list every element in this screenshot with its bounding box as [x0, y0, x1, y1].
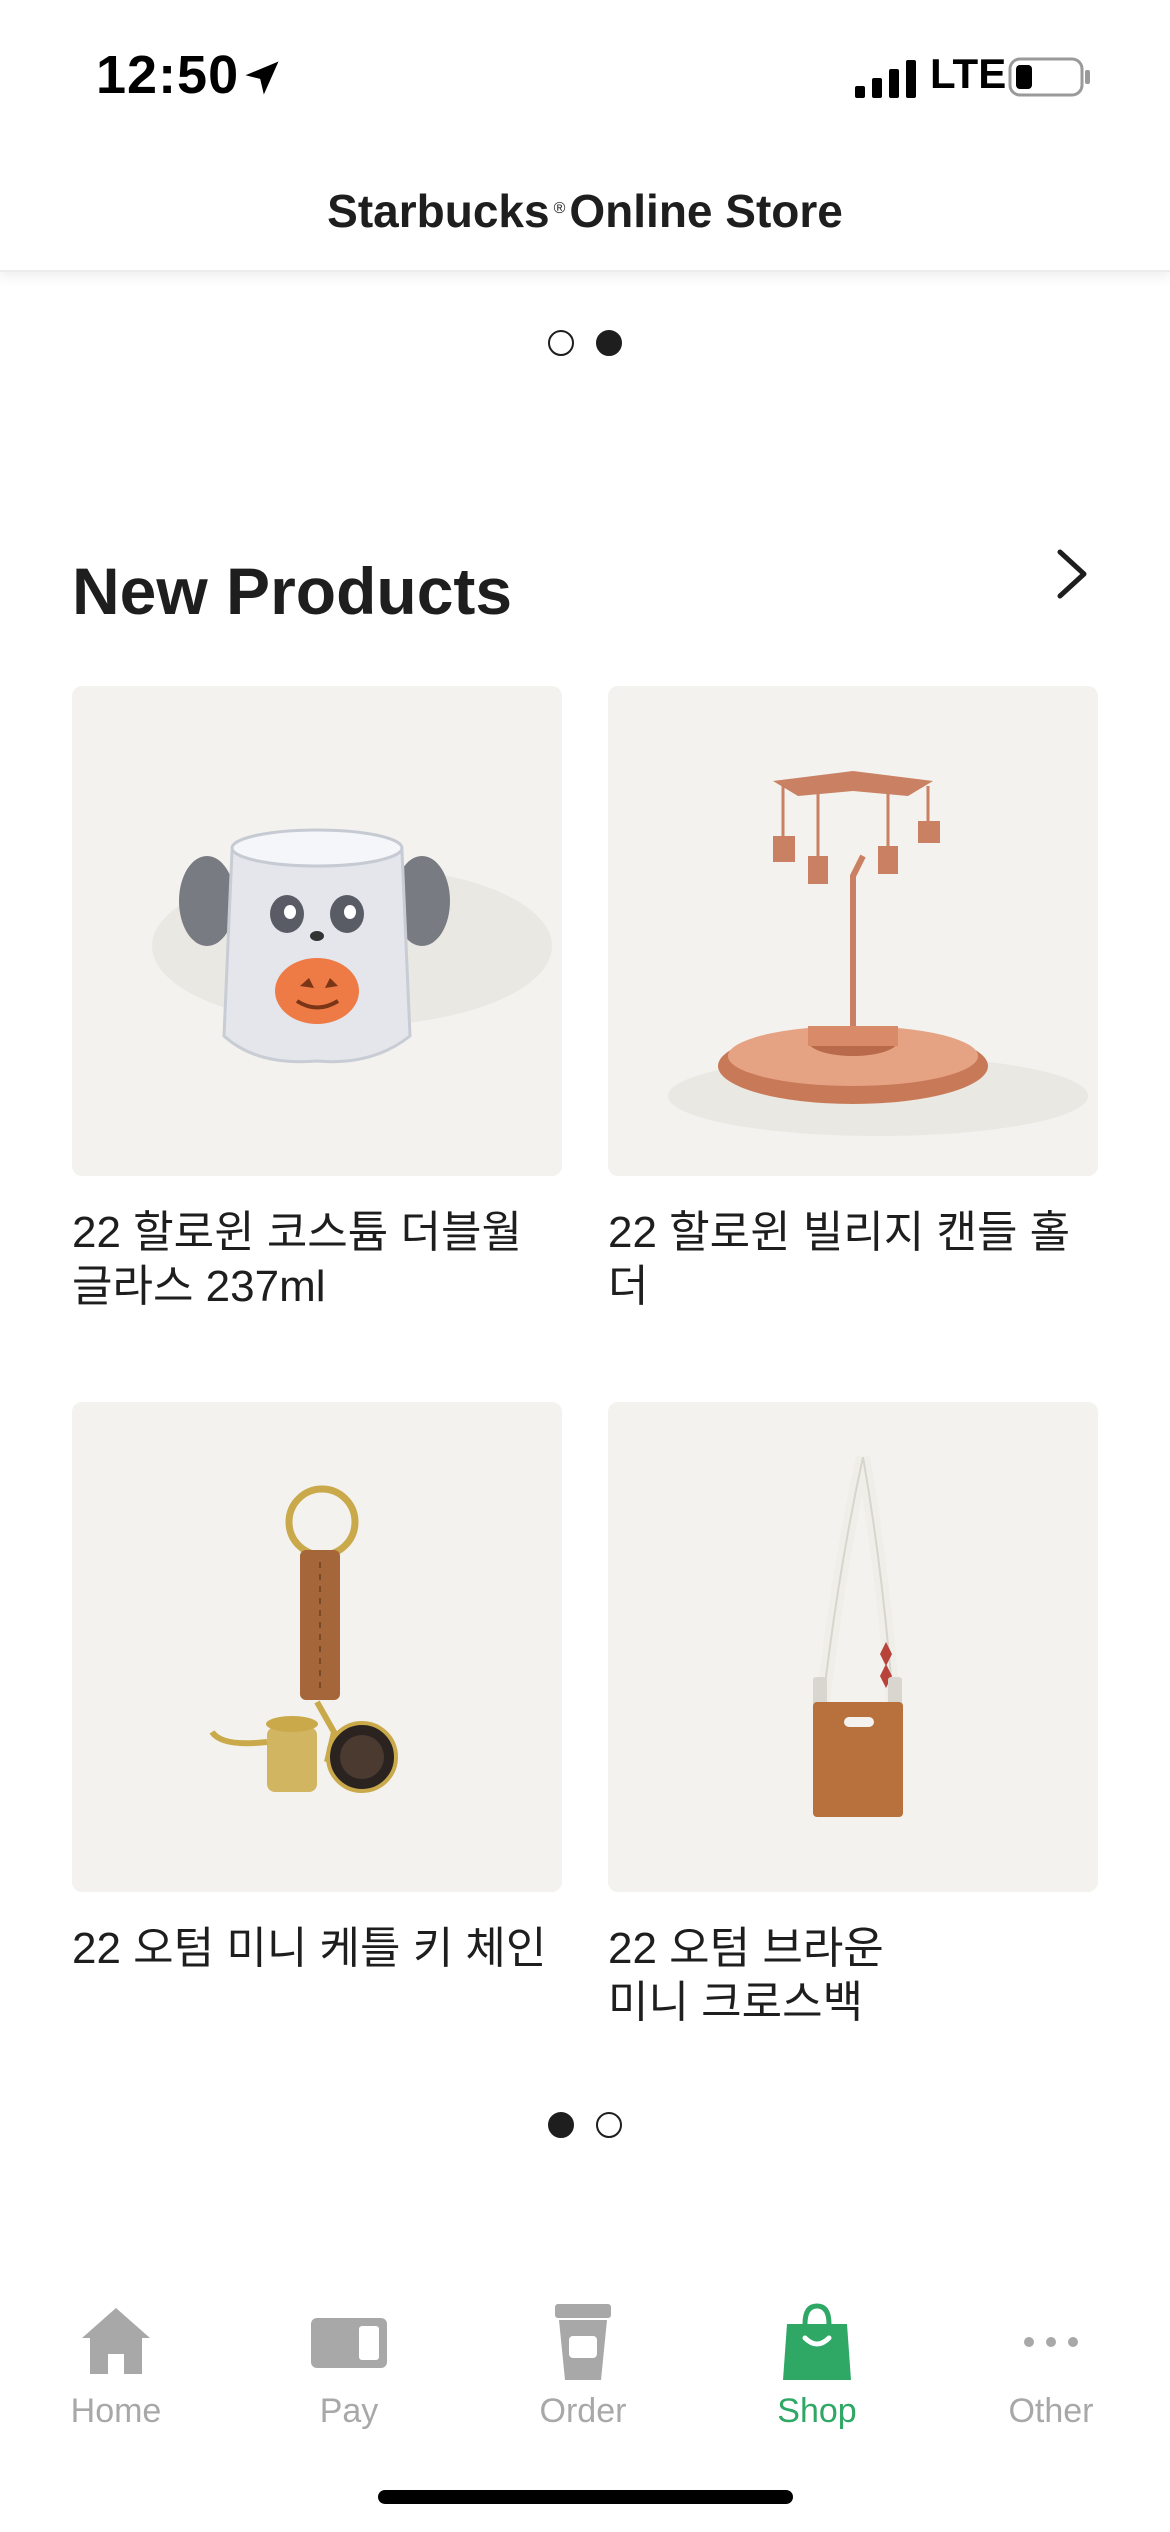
tab-home[interactable]: Home [26, 2300, 206, 2430]
tab-label: Pay [319, 2392, 379, 2430]
product-card[interactable]: 22 오텀 브라운 미니 크로스백 [608, 1402, 1098, 2030]
product-card[interactable]: 22 오텀 미니 케틀 키 체인 [72, 1402, 562, 1976]
ghost-glass-image[interactable] [72, 686, 562, 1176]
battery-icon [1008, 57, 1090, 97]
page-dot-active[interactable] [596, 330, 622, 356]
section-title-new-products: New Products [72, 554, 513, 628]
product-name[interactable]: 22 오텀 브라운 미니 크로스백 [608, 1922, 1098, 2030]
shopping-bag-icon [783, 2303, 851, 2380]
cup-icon [555, 2304, 611, 2380]
status-time: 12:50 [96, 45, 240, 105]
cell-signal-icon [855, 60, 916, 98]
page-dot[interactable] [596, 2112, 622, 2138]
products-page-indicator [0, 2112, 1170, 2142]
product-name[interactable]: 22 할로윈 빌리지 캔들 홀더 [608, 1206, 1098, 1314]
home-indicator[interactable] [378, 2490, 793, 2504]
kettle-keychain-image[interactable] [72, 1402, 562, 1892]
title-store: Online Store [569, 185, 843, 237]
home-icon [82, 2308, 150, 2374]
product-name[interactable]: 22 오텀 미니 케틀 키 체인 [72, 1922, 562, 1976]
tab-label: Order [539, 2392, 627, 2430]
tab-label: Shop [777, 2392, 857, 2430]
app-header: Starbucks ®Online Store [0, 150, 1170, 272]
page-dot-active[interactable] [548, 2112, 574, 2138]
chevron-right-icon[interactable] [1050, 546, 1094, 602]
page-dot[interactable] [548, 330, 574, 356]
tab-order[interactable]: Order [493, 2300, 673, 2430]
tab-pay[interactable]: Pay [259, 2300, 439, 2430]
product-name[interactable]: 22 할로윈 코스튬 더블월 글라스 237ml [72, 1206, 562, 1314]
tab-label: Other [1008, 2392, 1094, 2430]
status-bar: 12:50 LTE [0, 0, 1170, 150]
tab-label: Home [70, 2392, 162, 2430]
banner-page-indicator [0, 330, 1170, 360]
tab-shop[interactable]: Shop [727, 2300, 907, 2430]
product-card[interactable]: 22 할로윈 빌리지 캔들 홀더 [608, 686, 1098, 1314]
network-type-label: LTE [930, 50, 1007, 97]
registered-mark: ® [553, 200, 566, 217]
page-title: Starbucks ®Online Store [0, 184, 1170, 238]
card-icon [311, 2318, 387, 2368]
candle-holder-image[interactable] [608, 686, 1098, 1176]
tab-other[interactable]: Other [961, 2300, 1141, 2430]
mini-crossbag-image[interactable] [608, 1402, 1098, 1892]
more-dots-icon [1024, 2337, 1078, 2347]
title-brand: Starbucks [327, 185, 550, 237]
product-card[interactable]: 22 할로윈 코스튬 더블월 글라스 237ml [72, 686, 562, 1314]
location-arrow-icon [245, 61, 279, 95]
